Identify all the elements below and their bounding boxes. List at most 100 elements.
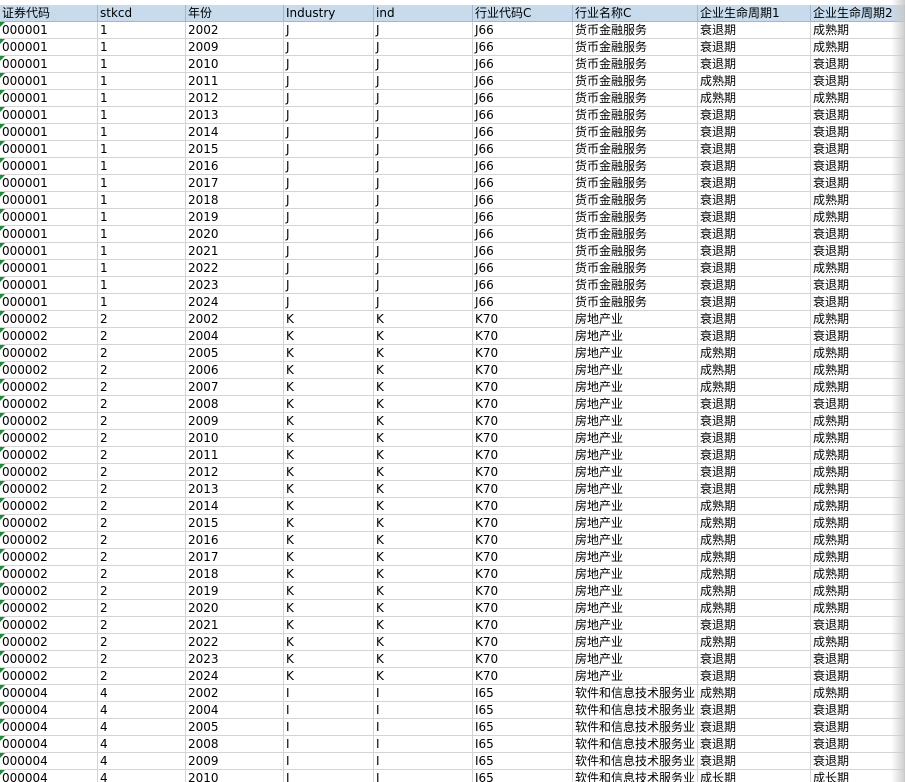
cell-code[interactable]: 000002: [0, 515, 98, 532]
cell-code[interactable]: 000002: [0, 396, 98, 413]
cell-lifecycle-2[interactable]: 成熟期: [811, 583, 905, 600]
cell-industry[interactable]: K: [284, 617, 374, 634]
cell-industry-code[interactable]: I65: [473, 736, 573, 753]
column-header-industry-code[interactable]: 行业代码C: [473, 5, 573, 22]
cell-industry-name[interactable]: 货币金融服务: [573, 209, 698, 226]
cell-industry[interactable]: I: [284, 736, 374, 753]
cell-year[interactable]: 2002: [186, 311, 284, 328]
cell-lifecycle-1[interactable]: 成熟期: [698, 583, 811, 600]
cell-lifecycle-1[interactable]: 衰退期: [698, 243, 811, 260]
cell-industry-name[interactable]: 房地产业: [573, 668, 698, 685]
cell-lifecycle-2[interactable]: 成熟期: [811, 345, 905, 362]
column-header-year[interactable]: 年份: [186, 5, 284, 22]
cell-industry-name[interactable]: 货币金融服务: [573, 73, 698, 90]
cell-stkcd[interactable]: 4: [98, 770, 186, 782]
cell-code[interactable]: 000002: [0, 481, 98, 498]
cell-year[interactable]: 2004: [186, 328, 284, 345]
cell-ind[interactable]: K: [374, 634, 473, 651]
cell-year[interactable]: 2023: [186, 651, 284, 668]
cell-lifecycle-1[interactable]: 衰退期: [698, 668, 811, 685]
cell-lifecycle-2[interactable]: 衰退期: [811, 651, 905, 668]
cell-industry-name[interactable]: 房地产业: [573, 362, 698, 379]
cell-lifecycle-1[interactable]: 成熟期: [698, 634, 811, 651]
cell-industry-name[interactable]: 货币金融服务: [573, 90, 698, 107]
cell-code[interactable]: 000002: [0, 413, 98, 430]
cell-ind[interactable]: I: [374, 719, 473, 736]
cell-industry-name[interactable]: 货币金融服务: [573, 56, 698, 73]
cell-industry-code[interactable]: I65: [473, 719, 573, 736]
cell-year[interactable]: 2015: [186, 515, 284, 532]
cell-stkcd[interactable]: 1: [98, 226, 186, 243]
cell-year[interactable]: 2023: [186, 277, 284, 294]
cell-ind[interactable]: K: [374, 447, 473, 464]
cell-ind[interactable]: J: [374, 294, 473, 311]
cell-year[interactable]: 2002: [186, 685, 284, 702]
cell-ind[interactable]: J: [374, 277, 473, 294]
cell-ind[interactable]: K: [374, 651, 473, 668]
cell-industry[interactable]: J: [284, 124, 374, 141]
cell-year[interactable]: 2020: [186, 600, 284, 617]
cell-lifecycle-2[interactable]: 成熟期: [811, 447, 905, 464]
cell-year[interactable]: 2006: [186, 362, 284, 379]
cell-industry[interactable]: K: [284, 379, 374, 396]
cell-stkcd[interactable]: 1: [98, 192, 186, 209]
cell-stkcd[interactable]: 4: [98, 702, 186, 719]
cell-industry-code[interactable]: K70: [473, 634, 573, 651]
cell-lifecycle-1[interactable]: 成熟期: [698, 498, 811, 515]
cell-ind[interactable]: K: [374, 464, 473, 481]
cell-lifecycle-1[interactable]: 衰退期: [698, 277, 811, 294]
cell-ind[interactable]: J: [374, 124, 473, 141]
cell-industry-code[interactable]: K70: [473, 379, 573, 396]
cell-stkcd[interactable]: 2: [98, 311, 186, 328]
cell-lifecycle-2[interactable]: 衰退期: [811, 56, 905, 73]
cell-industry-code[interactable]: K70: [473, 481, 573, 498]
cell-stkcd[interactable]: 1: [98, 90, 186, 107]
cell-year[interactable]: 2021: [186, 617, 284, 634]
cell-lifecycle-2[interactable]: 成熟期: [811, 464, 905, 481]
cell-stkcd[interactable]: 1: [98, 22, 186, 39]
cell-industry-code[interactable]: K70: [473, 396, 573, 413]
cell-stkcd[interactable]: 1: [98, 158, 186, 175]
cell-code[interactable]: 000002: [0, 328, 98, 345]
cell-industry-name[interactable]: 货币金融服务: [573, 158, 698, 175]
cell-lifecycle-1[interactable]: 衰退期: [698, 719, 811, 736]
cell-year[interactable]: 2008: [186, 396, 284, 413]
cell-industry-code[interactable]: K70: [473, 362, 573, 379]
cell-industry-name[interactable]: 房地产业: [573, 515, 698, 532]
cell-code[interactable]: 000001: [0, 107, 98, 124]
cell-industry[interactable]: K: [284, 328, 374, 345]
cell-code[interactable]: 000002: [0, 464, 98, 481]
cell-lifecycle-2[interactable]: 成熟期: [811, 379, 905, 396]
cell-industry[interactable]: J: [284, 39, 374, 56]
cell-year[interactable]: 2011: [186, 73, 284, 90]
cell-lifecycle-1[interactable]: 衰退期: [698, 311, 811, 328]
cell-industry-name[interactable]: 软件和信息技术服务业: [573, 719, 698, 736]
cell-lifecycle-2[interactable]: 衰退期: [811, 141, 905, 158]
cell-lifecycle-2[interactable]: 成熟期: [811, 260, 905, 277]
cell-industry-code[interactable]: J66: [473, 175, 573, 192]
cell-stkcd[interactable]: 2: [98, 549, 186, 566]
cell-industry[interactable]: K: [284, 549, 374, 566]
cell-lifecycle-1[interactable]: 成熟期: [698, 549, 811, 566]
cell-industry[interactable]: K: [284, 464, 374, 481]
cell-code[interactable]: 000002: [0, 583, 98, 600]
cell-stkcd[interactable]: 4: [98, 685, 186, 702]
cell-industry-code[interactable]: K70: [473, 498, 573, 515]
cell-industry[interactable]: K: [284, 634, 374, 651]
cell-stkcd[interactable]: 1: [98, 39, 186, 56]
cell-lifecycle-2[interactable]: 衰退期: [811, 124, 905, 141]
cell-lifecycle-1[interactable]: 成熟期: [698, 600, 811, 617]
cell-lifecycle-1[interactable]: 衰退期: [698, 39, 811, 56]
cell-lifecycle-1[interactable]: 衰退期: [698, 736, 811, 753]
cell-code[interactable]: 000001: [0, 158, 98, 175]
cell-stkcd[interactable]: 1: [98, 294, 186, 311]
cell-year[interactable]: 2013: [186, 107, 284, 124]
cell-lifecycle-2[interactable]: 成熟期: [811, 498, 905, 515]
cell-industry[interactable]: J: [284, 260, 374, 277]
cell-ind[interactable]: K: [374, 345, 473, 362]
cell-code[interactable]: 000001: [0, 22, 98, 39]
column-header-industry-name[interactable]: 行业名称C: [573, 5, 698, 22]
cell-industry-code[interactable]: K70: [473, 617, 573, 634]
cell-stkcd[interactable]: 1: [98, 277, 186, 294]
cell-year[interactable]: 2016: [186, 532, 284, 549]
